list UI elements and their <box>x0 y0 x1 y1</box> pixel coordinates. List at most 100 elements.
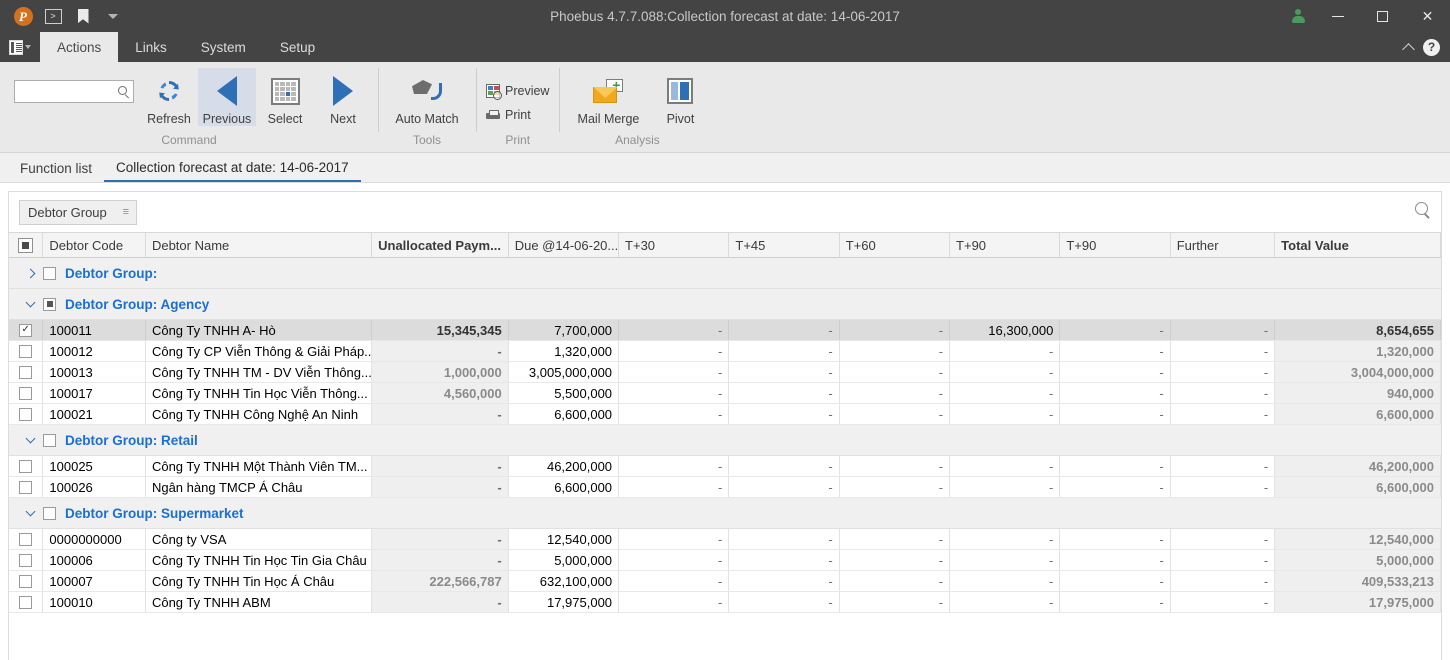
app-logo[interactable]: P <box>8 3 38 29</box>
column-header-total-value[interactable]: Total Value <box>1275 233 1441 257</box>
next-button[interactable]: Next <box>314 68 372 126</box>
row-checkbox-cell[interactable] <box>9 529 44 549</box>
group-row[interactable]: Debtor Group: Supermarket <box>9 498 1441 529</box>
row-checkbox-cell[interactable]: ✓ <box>9 320 44 340</box>
menu-item-links[interactable]: Links <box>118 32 184 62</box>
previous-button[interactable]: Previous <box>198 68 256 126</box>
group-checkbox[interactable] <box>43 297 56 311</box>
help-icon[interactable]: ? <box>1423 38 1440 56</box>
cell-total-value: 3,004,000,000 <box>1275 362 1441 382</box>
cell-debtor-code: 100013 <box>43 362 146 382</box>
group-checkbox[interactable] <box>43 266 56 280</box>
row-checkbox[interactable]: ✓ <box>19 323 33 337</box>
row-checkbox[interactable] <box>19 553 33 567</box>
group-row-label: Debtor Group: <box>65 265 158 281</box>
bookmark-button[interactable] <box>68 3 98 29</box>
refresh-button[interactable]: Refresh <box>140 68 198 126</box>
table-row[interactable]: 100025 Công Ty TNHH Một Thành Viên TM... -… <box>9 456 1441 477</box>
column-header-further[interactable]: Further <box>1171 233 1276 257</box>
chevron-down-icon[interactable] <box>25 506 36 517</box>
pivot-button[interactable]: Pivot <box>651 68 709 126</box>
sort-icon: ≡ <box>122 206 130 218</box>
row-checkbox[interactable] <box>19 480 33 494</box>
column-header-debtor-code[interactable]: Debtor Code <box>43 233 146 257</box>
user-account-button[interactable] <box>1281 0 1315 32</box>
table-row[interactable]: 100026 Ngân hàng TMCP Á Châu -6,600,000- - -… <box>9 477 1441 498</box>
table-row[interactable]: 0000000000 Công ty VSA -12,540,000- - - - - -12… <box>9 529 1441 550</box>
table-row[interactable]: 100017 Công Ty TNHH Tin Học Viễn Thông...… <box>9 383 1441 404</box>
tab-function-list[interactable]: Function list <box>8 154 104 182</box>
table-row[interactable]: 100006 Công Ty TNHH Tin Học Tin Gia Châu -… <box>9 550 1441 571</box>
chevron-down-icon[interactable] <box>25 433 36 444</box>
preview-button[interactable]: Preview <box>482 79 553 103</box>
menu-bar: Actions Links System Setup ? <box>0 32 1450 62</box>
cell-debtor-code: 100011 <box>43 320 146 340</box>
column-header-t30[interactable]: T+30 <box>619 233 730 257</box>
row-checkbox-cell[interactable] <box>9 571 44 591</box>
group-row[interactable]: Debtor Group: Retail <box>9 425 1441 456</box>
tab-collection-forecast[interactable]: Collection forecast at date: 14-06-2017 <box>104 154 361 182</box>
console-button[interactable]: > <box>38 3 68 29</box>
row-checkbox[interactable] <box>19 407 33 421</box>
panel-search-button[interactable] <box>1415 201 1431 223</box>
column-header-t90-a[interactable]: T+90 <box>950 233 1061 257</box>
group-by-chip-debtor-group[interactable]: Debtor Group ≡ <box>19 199 137 225</box>
row-checkbox-cell[interactable] <box>9 477 44 497</box>
table-row[interactable]: ✓ 100011 Công Ty TNHH A- Hò 15,345,345 7,700… <box>9 320 1441 341</box>
row-checkbox-cell[interactable] <box>9 592 44 612</box>
row-checkbox-cell[interactable] <box>9 383 44 403</box>
cell-t30: - <box>619 456 730 476</box>
column-header-unallocated-payment[interactable]: Unallocated Paym... <box>372 233 509 257</box>
table-row[interactable]: 100007 Công Ty TNHH Tin Học Á Châu 222,566… <box>9 571 1441 592</box>
row-checkbox-cell[interactable] <box>9 404 44 424</box>
group-checkbox[interactable] <box>43 433 56 447</box>
row-checkbox-cell[interactable] <box>9 341 44 361</box>
maximize-button[interactable] <box>1360 0 1405 32</box>
row-checkbox-cell[interactable] <box>9 456 44 476</box>
group-row[interactable]: Debtor Group: <box>9 258 1441 289</box>
mail-merge-button[interactable]: + Mail Merge <box>565 68 651 126</box>
column-header-due[interactable]: Due @14-06-20... <box>509 233 620 257</box>
column-header-t60[interactable]: T+60 <box>840 233 951 257</box>
row-checkbox-cell[interactable] <box>9 362 44 382</box>
qat-overflow-button[interactable] <box>98 3 128 29</box>
row-checkbox-cell[interactable] <box>9 550 44 570</box>
ribbon-search-box[interactable] <box>14 80 134 103</box>
group-row[interactable]: Debtor Group: Agency <box>9 289 1441 320</box>
menu-item-actions[interactable]: Actions <box>40 32 119 62</box>
table-row[interactable]: 100021 Công Ty TNHH Công Nghệ An Ninh -6,6… <box>9 404 1441 425</box>
print-button[interactable]: Print <box>482 103 535 127</box>
row-checkbox[interactable] <box>19 365 33 379</box>
table-row[interactable]: 100013 Công Ty TNHH TM - DV Viễn Thông...… <box>9 362 1441 383</box>
cell-t90b: - <box>1060 529 1171 549</box>
group-checkbox[interactable] <box>43 506 56 520</box>
menu-item-setup[interactable]: Setup <box>263 32 332 62</box>
close-button[interactable]: ✕ <box>1405 0 1450 32</box>
cell-t45: - <box>729 550 840 570</box>
row-checkbox[interactable] <box>19 574 33 588</box>
select-button[interactable]: Select <box>256 68 314 126</box>
app-menu-button[interactable] <box>0 32 40 62</box>
row-checkbox[interactable] <box>19 344 33 358</box>
search-input[interactable] <box>19 84 114 99</box>
chevron-right-icon[interactable] <box>25 268 36 278</box>
column-header-t90-b[interactable]: T+90 <box>1060 233 1171 257</box>
chevron-up-icon[interactable] <box>1402 42 1415 56</box>
row-checkbox[interactable] <box>19 459 33 473</box>
row-checkbox[interactable] <box>19 595 33 609</box>
cell-debtor-code: 100012 <box>43 341 146 361</box>
auto-match-button[interactable]: Auto Match <box>384 68 470 126</box>
row-checkbox[interactable] <box>19 386 33 400</box>
chevron-down-icon[interactable] <box>25 297 36 308</box>
table-row[interactable]: 100012 Công Ty CP Viễn Thông & Giải Pháp.… <box>9 341 1441 362</box>
row-checkbox[interactable] <box>19 532 33 546</box>
table-row[interactable]: 100010 Công Ty TNHH ABM -17,975,000- - - - - -1… <box>9 592 1441 613</box>
minimize-button[interactable] <box>1315 0 1360 32</box>
select-all-checkbox[interactable] <box>9 233 44 257</box>
column-header-t45[interactable]: T+45 <box>729 233 840 257</box>
auto-match-icon <box>412 72 442 110</box>
cell-unallocated-payment: 1,000,000 <box>372 362 509 382</box>
title-bar: P > Phoebus 4.7.7.088:Collection forecas… <box>0 0 1450 32</box>
column-header-debtor-name[interactable]: Debtor Name <box>146 233 373 257</box>
menu-item-system[interactable]: System <box>184 32 263 62</box>
